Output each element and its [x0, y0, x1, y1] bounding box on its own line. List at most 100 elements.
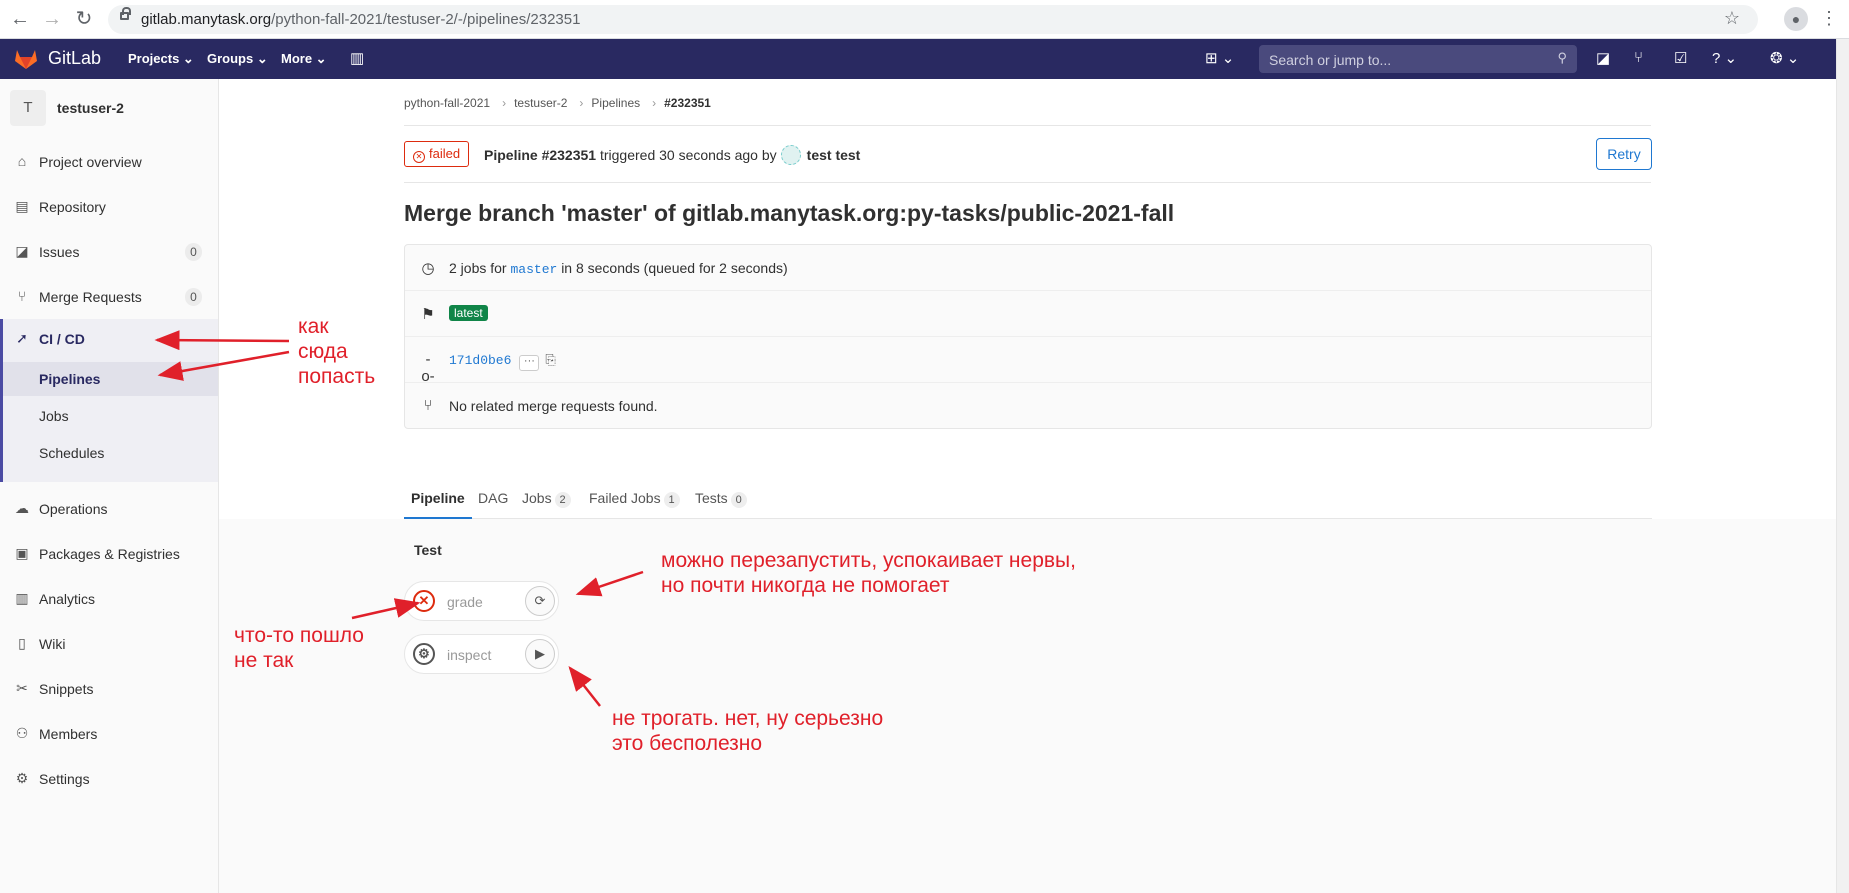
breadcrumb-project[interactable]: testuser-2	[514, 96, 567, 110]
bookmark-star-icon[interactable]: ☆	[1724, 8, 1740, 29]
forward-arrow-icon[interactable]: →	[40, 8, 64, 30]
annotation-line: не так	[234, 649, 294, 672]
breadcrumb-pipelines[interactable]: Pipelines	[591, 96, 640, 110]
new-plus-icon[interactable]: ⊞ ⌄	[1205, 49, 1234, 67]
sidebar-item-label: Settings	[39, 771, 90, 787]
sidebar-subitem-jobs[interactable]: Jobs	[3, 399, 218, 433]
package-icon: ▣	[15, 545, 29, 561]
activity-chart-icon[interactable]: ▥	[350, 49, 364, 67]
job-name: inspect	[447, 647, 492, 663]
user-avatar[interactable]	[780, 145, 801, 165]
sidebar-item-label: CI / CD	[39, 331, 85, 347]
chevron-right-icon: ›	[579, 96, 584, 110]
merge-request-icon: ⑂	[423, 397, 433, 414]
sidebar-item-analytics[interactable]: ▥ Analytics	[0, 579, 218, 619]
trigger-user[interactable]: test test	[807, 147, 861, 163]
failed-status-icon: ✕	[413, 151, 425, 163]
retry-button[interactable]: Retry	[1596, 138, 1652, 170]
sidebar-item-project-overview[interactable]: ⌂ Project overview	[0, 142, 218, 182]
annotation-failed: что-то пошло не так	[234, 623, 364, 673]
annotation-line: что-то пошло	[234, 624, 364, 647]
sidebar-item-label: Snippets	[39, 681, 94, 697]
status-badge[interactable]: ✕ failed	[404, 141, 470, 167]
sidebar-item-issues[interactable]: ◪ Issues 0	[0, 232, 218, 272]
breadcrumb-current[interactable]: #232351	[664, 96, 711, 110]
sidebar-item-cicd[interactable]: ➚ CI / CD	[0, 319, 215, 359]
annotation-line: сюда	[298, 340, 348, 363]
tab-jobs[interactable]: Jobs 2	[522, 479, 571, 519]
search-input[interactable]: Search or jump to... ⚲	[1259, 45, 1577, 73]
tab-pipeline[interactable]: Pipeline	[404, 479, 472, 519]
sidebar-item-label: Repository	[39, 199, 106, 215]
jobs-summary-row: ◷ 2 jobs for master in 8 seconds (queued…	[405, 245, 1651, 291]
gitlab-brand[interactable]: GitLab	[48, 48, 101, 69]
chevron-right-icon: ›	[652, 96, 657, 110]
tab-label: Failed Jobs	[589, 490, 661, 506]
sidebar-subitem-schedules[interactable]: Schedules	[3, 436, 218, 470]
jobs-prefix: 2 jobs for	[449, 260, 507, 276]
sidebar-item-merge-requests[interactable]: ⑂ Merge Requests 0	[0, 277, 218, 317]
sidebar-item-operations[interactable]: ☁ Operations	[0, 489, 218, 529]
gear-icon: ⚙	[15, 770, 29, 786]
copy-clipboard-icon[interactable]: ⎘	[545, 352, 555, 368]
projects-menu[interactable]: Projects ⌄	[128, 51, 194, 67]
help-icon[interactable]: ? ⌄	[1712, 49, 1737, 67]
doc-icon: ▤	[15, 198, 29, 214]
sidebar-item-wiki[interactable]: ▯ Wiki	[0, 624, 218, 664]
merge-requests-icon[interactable]: ⑂	[1634, 49, 1643, 66]
merge-requests-row: ⑂ No related merge requests found.	[405, 383, 1651, 429]
play-job-icon[interactable]: ▶	[525, 639, 555, 669]
job-grade[interactable]: ✕ grade ⟳	[404, 581, 559, 621]
tab-tests[interactable]: Tests 0	[695, 479, 747, 519]
sidebar-item-members[interactable]: ⚇ Members	[0, 714, 218, 754]
browser-menu-icon[interactable]: ⋮	[1820, 8, 1838, 29]
tab-label: DAG	[478, 490, 509, 506]
back-arrow-icon[interactable]: ←	[8, 8, 32, 30]
divider	[404, 182, 1651, 183]
project-name: testuser-2	[57, 100, 124, 116]
user-avatar-icon[interactable]: ❂ ⌄	[1770, 49, 1799, 67]
projects-menu-label: Projects	[128, 51, 180, 66]
branch-link[interactable]: master	[510, 262, 557, 277]
subitem-label: Jobs	[39, 408, 69, 424]
browser-profile-icon[interactable]: ●	[1784, 7, 1808, 31]
sidebar-item-packages[interactable]: ▣ Packages & Registries	[0, 534, 218, 574]
cicd-section: ➚ CI / CD Pipelines Jobs Schedules	[0, 319, 218, 482]
todos-check-icon[interactable]: ☑	[1674, 49, 1687, 67]
sidebar-item-label: Analytics	[39, 591, 96, 607]
reload-icon[interactable]: ↻	[72, 8, 96, 30]
tab-count: 0	[730, 492, 747, 508]
expand-ellipsis-button[interactable]: ···	[519, 355, 540, 371]
breadcrumb-group[interactable]: python-fall-2021	[404, 96, 490, 110]
tab-dag[interactable]: DAG	[478, 479, 508, 519]
groups-menu[interactable]: Groups ⌄	[207, 51, 268, 67]
mr-text: No related merge requests found.	[449, 398, 658, 414]
sidebar-item-settings[interactable]: ⚙ Settings	[0, 759, 218, 799]
breadcrumb: python-fall-2021 › testuser-2 › Pipelines › #2…	[404, 96, 715, 110]
commit-info: 171d0be6 ··· ⎘	[449, 351, 556, 371]
sidebar-item-label: Wiki	[39, 636, 66, 652]
failed-status-icon: ✕	[413, 590, 435, 612]
tab-failed-jobs[interactable]: Failed Jobs 1	[589, 479, 680, 519]
address-bar[interactable]: gitlab.manytask.org/python-fall-2021/tes…	[108, 5, 1758, 34]
url-text[interactable]: gitlab.manytask.org/python-fall-2021/tes…	[141, 11, 580, 28]
sidebar-item-snippets[interactable]: ✂ Snippets	[0, 669, 218, 709]
more-menu[interactable]: More ⌄	[281, 51, 327, 67]
merge-request-icon: ⑂	[17, 288, 27, 304]
commit-sha-link[interactable]: 171d0be6	[449, 353, 511, 368]
annotation-play: не трогать. нет, ну серьезно это бесполе…	[612, 706, 883, 756]
issues-todo-icon[interactable]: ◪	[1596, 49, 1610, 67]
gitlab-logo-icon[interactable]	[14, 48, 38, 70]
sidebar-subitem-pipelines[interactable]: Pipelines	[3, 362, 218, 396]
page-scrollbar[interactable]	[1836, 39, 1849, 893]
project-avatar: T	[10, 90, 46, 126]
sidebar-item-repository[interactable]: ▤ Repository	[0, 187, 218, 227]
jobs-suffix: in 8 seconds (queued for 2 seconds)	[561, 260, 788, 276]
retry-job-icon[interactable]: ⟳	[525, 586, 555, 616]
job-inspect[interactable]: ⚙ inspect ▶	[404, 634, 559, 674]
more-menu-label: More	[281, 51, 313, 66]
commit-row: -o- 171d0be6 ··· ⎘	[405, 337, 1651, 385]
home-icon: ⌂	[17, 153, 27, 169]
sidebar-item-label: Merge Requests	[39, 289, 142, 305]
gitlab-navbar: GitLab Projects ⌄ Groups ⌄ More ⌄ ▥ ⊞ ⌄ …	[0, 39, 1836, 79]
